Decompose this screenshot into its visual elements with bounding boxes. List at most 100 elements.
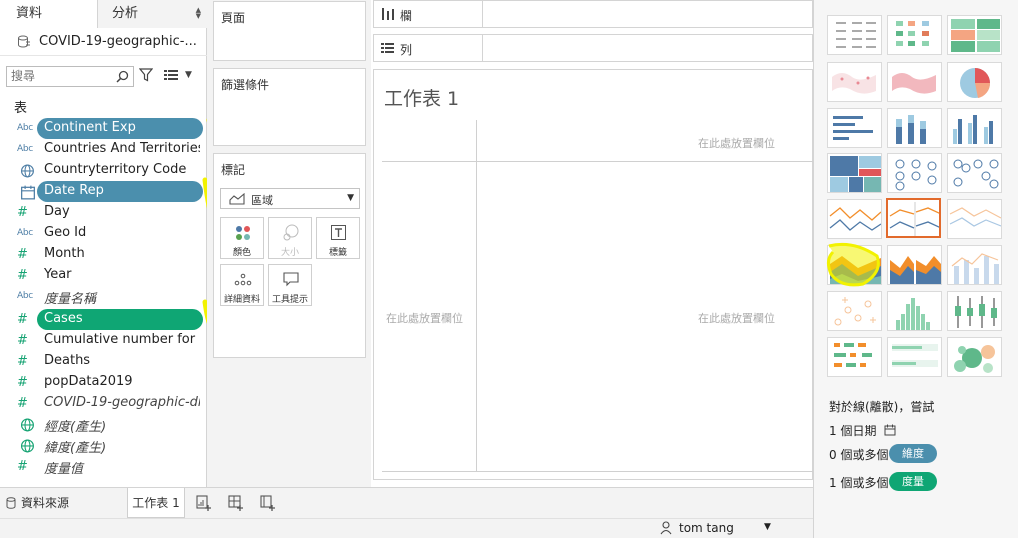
color-label: 顏色 (232, 248, 251, 258)
horizontal-bars-thumb-icon (833, 116, 873, 140)
hint-dimension-row: 0 個或多個 維度 (829, 444, 937, 463)
field-cases[interactable]: # Cases (0, 309, 207, 330)
filled-map-thumb-icon (892, 73, 936, 94)
field-continent-exp[interactable]: Abc Continent Exp (0, 118, 207, 139)
chart-dual-combination[interactable] (947, 245, 1002, 285)
detail-label: 詳細資料 (223, 295, 260, 305)
label-button[interactable]: 標籤 (316, 217, 360, 259)
field-longitude-generated[interactable]: 經度(產生) (0, 414, 207, 435)
drop-zone-rows[interactable]: 在此處放置欄位 (386, 310, 463, 326)
filters-card[interactable]: 篩選條件 (213, 68, 366, 146)
chart-packed-bubbles[interactable] (947, 337, 1002, 377)
size-label: 大小 (280, 248, 299, 258)
chart-heat-map[interactable] (887, 15, 942, 55)
chart-pie[interactable] (947, 62, 1002, 102)
new-worksheet-icon[interactable] (196, 495, 212, 511)
symbol-map-thumb-icon (832, 73, 876, 94)
pages-card[interactable]: 頁面 (213, 1, 366, 61)
view-dropdown-caret-icon[interactable]: ▼ (185, 70, 192, 80)
chart-lines-discrete[interactable] (886, 198, 941, 238)
field-cumulative-number[interactable]: # Cumulative number for 1... (0, 330, 207, 351)
view-list-icon[interactable] (164, 70, 178, 81)
chart-box-whisker[interactable] (947, 291, 1002, 331)
side-by-side-circles-thumb-icon (953, 159, 999, 189)
chart-side-by-side-circles[interactable] (947, 153, 1002, 193)
histogram-thumb-icon (896, 298, 930, 330)
field-record-count[interactable]: # COVID-19-geographic-dis... (0, 393, 207, 414)
tab-data[interactable]: 資料 (0, 0, 97, 28)
user-name[interactable]: tom tang (679, 521, 734, 535)
worksheet-view[interactable]: 工作表 1 在此處放置欄位 在此處放置欄位 在此處放置欄位 (373, 69, 814, 480)
field-measure-values[interactable]: # 度量值 (0, 456, 207, 477)
datasource-row[interactable]: COVID-19-geographic-... (0, 28, 207, 56)
chart-text-table[interactable] (827, 15, 882, 55)
field-search[interactable] (6, 66, 134, 87)
columns-shelf[interactable]: 欄 (373, 0, 813, 28)
hint-measure-row: 1 個或多個 度量 (829, 472, 937, 491)
chart-filled-map[interactable] (887, 62, 942, 102)
field-geo-id[interactable]: Abc Geo Id (0, 223, 207, 244)
hint-measure-text: 1 個或多個 (829, 476, 889, 490)
gantt-thumb-icon (834, 343, 872, 367)
new-story-icon[interactable] (260, 495, 276, 511)
drop-zone-field[interactable]: 在此處放置欄位 (698, 310, 775, 326)
mark-type-dropdown[interactable]: 區域 ▼ (220, 188, 360, 209)
sheet-tab-active[interactable]: 工作表 1 (127, 488, 185, 518)
rows-shelf[interactable]: 列 (373, 34, 813, 62)
chart-treemap[interactable] (827, 153, 882, 193)
datasource-icon (18, 35, 30, 48)
number-type-icon: # (17, 333, 28, 348)
field-measure-names[interactable]: Abc 度量名稱 (0, 286, 207, 307)
chart-side-by-side-bars[interactable] (947, 108, 1002, 148)
status-bar: tom tang ▼ (0, 518, 813, 538)
hint-dimension-text: 0 個或多個 (829, 448, 889, 462)
number-type-icon: # (17, 459, 28, 474)
chart-area-discrete[interactable] (887, 245, 942, 285)
calendar-icon (884, 424, 896, 436)
field-label: Day (44, 204, 70, 219)
detail-button[interactable]: 詳細資料 (220, 264, 264, 306)
field-latitude-generated[interactable]: 緯度(產生) (0, 435, 207, 456)
chart-bullet[interactable] (887, 337, 942, 377)
color-button[interactable]: 顏色 (220, 217, 264, 259)
chart-stacked-bars[interactable] (887, 108, 942, 148)
filter-icon[interactable] (139, 68, 153, 82)
chart-highlight-table[interactable] (947, 15, 1002, 55)
data-pane: 資料 分析 ▲▼ COVID-19-geographic-... ▼ 表 Abc (0, 0, 226, 487)
field-day[interactable]: # Day (0, 202, 207, 223)
field-deaths[interactable]: # Deaths (0, 351, 207, 372)
chart-histogram[interactable] (887, 291, 942, 331)
datasource-tab[interactable]: 資料來源 (0, 488, 125, 518)
field-label: Deaths (44, 353, 91, 368)
discrete-area-thumb-icon (890, 256, 941, 284)
chart-symbol-map[interactable] (827, 62, 882, 102)
field-year[interactable]: # Year (0, 265, 207, 286)
chart-gantt[interactable] (827, 337, 882, 377)
tab-analysis[interactable]: 分析 ▲ ▼ (97, 0, 207, 28)
new-dashboard-icon[interactable] (228, 495, 244, 511)
chart-circle-views[interactable] (887, 153, 942, 193)
field-countryterritory-code[interactable]: Countryterritory Code (0, 160, 207, 181)
tables-section-label: 表 (14, 101, 28, 116)
search-icon[interactable] (116, 70, 129, 83)
worksheet-title[interactable]: 工作表 1 (384, 84, 459, 111)
size-button[interactable]: 大小 (268, 217, 312, 259)
search-input[interactable] (11, 69, 111, 83)
tooltip-button[interactable]: 工具提示 (268, 264, 312, 306)
user-menu-chevron-down-icon[interactable]: ▼ (764, 522, 771, 532)
marks-card: 標記 區域 ▼ 顏色 大小 標籤 詳細資料 工具提示 (213, 153, 366, 358)
field-countries-and-territories[interactable]: Abc Countries And Territories (0, 139, 207, 160)
field-date-rep[interactable]: Date Rep (0, 181, 207, 202)
number-type-icon: # (17, 268, 28, 283)
field-month[interactable]: # Month (0, 244, 207, 265)
chart-dual-lines[interactable] (947, 199, 1002, 239)
chart-scatter[interactable] (827, 291, 882, 331)
pages-card-title: 頁面 (221, 11, 246, 25)
string-type-icon: Abc (17, 123, 33, 133)
chart-horizontal-bars[interactable] (827, 108, 882, 148)
field-label: 經度(產生) (44, 420, 107, 435)
chart-lines-continuous[interactable] (827, 199, 882, 239)
field-popdata2019[interactable]: # popData2019 (0, 372, 207, 393)
tab-spinner-icon[interactable]: ▲ ▼ (196, 7, 201, 20)
drop-zone-columns[interactable]: 在此處放置欄位 (698, 135, 775, 151)
